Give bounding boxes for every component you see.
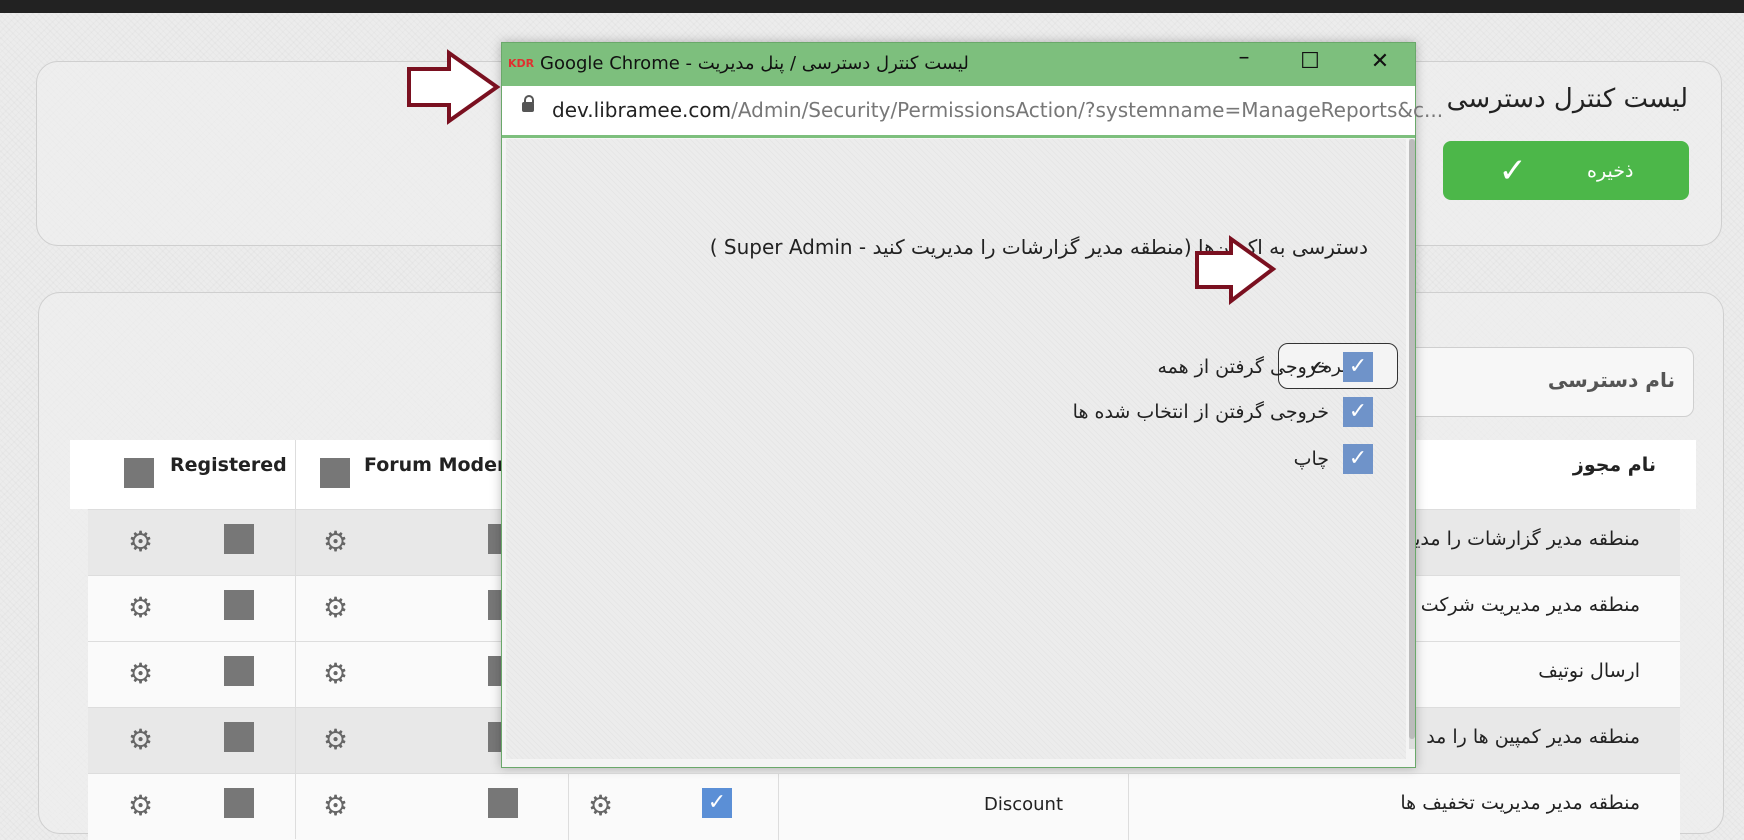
url-path: /Admin/Security/PermissionsAction/?syste… [731,98,1444,122]
permission-checkbox[interactable]: ✓ [1343,444,1373,474]
site-favicon: KDR [508,57,535,70]
row-checkbox[interactable] [224,590,254,620]
gear-icon[interactable]: ⚙ [323,528,348,556]
row-checkbox-checked[interactable]: ✓ [702,788,732,818]
gear-icon[interactable]: ⚙ [323,594,348,622]
column-header-registered: Registered [170,454,287,476]
url-domain: dev.libramee.com [552,98,732,122]
scrollbar[interactable] [1409,139,1415,749]
address-bar[interactable]: dev.libramee.com/Admin/Security/Permissi… [502,86,1443,138]
window-title: Google Chrome - لیست کنترل دسترسی / پنل … [540,53,969,74]
permission-item[interactable]: ✓ چاپ [1294,443,1373,475]
check-icon: ✓ [1498,150,1528,191]
row-checkbox[interactable] [224,656,254,686]
column-divider [295,509,296,839]
gear-icon[interactable]: ⚙ [128,726,153,754]
row-checkbox[interactable] [224,722,254,752]
close-icon[interactable]: ✕ [1365,51,1395,73]
permission-name: منطقه مدیر مدیریت تخفیف ها [1400,792,1640,814]
permission-item[interactable]: ✓ خروجی گرفتن از انتخاب شده ها [1073,396,1373,428]
column-checkbox-forum-moderators[interactable] [320,458,350,488]
annotation-arrow-icon [407,49,501,125]
permission-name: منطقه مدیر گزارشات را مدیر [1404,528,1640,550]
column-header-permission-name: نام مجوز [1572,454,1656,476]
chrome-popup-window: KDR Google Chrome - لیست کنترل دسترسی / … [501,42,1443,768]
permission-item[interactable]: ✓ خروجی گرفتن از همه [1157,351,1373,383]
gear-icon[interactable]: ⚙ [323,792,348,820]
permission-name: ارسال نوتیف [1538,660,1640,682]
column-divider [568,774,569,840]
column-divider [295,440,296,509]
scroll-thumb[interactable] [1409,139,1415,739]
permission-name: منطقه مدیر کمپین ها را مد [1426,726,1640,748]
column-divider [778,774,779,840]
maximize-icon[interactable]: ☐ [1295,51,1325,73]
column-checkbox-registered[interactable] [124,458,154,488]
permission-checkbox[interactable]: ✓ [1343,397,1373,427]
save-button-label: ذخیره [1587,159,1634,182]
minimize-icon[interactable]: – [1229,47,1259,69]
page-title: لیست کنترل دسترسی [1446,84,1688,114]
search-label: نام دسترسی [1547,368,1675,392]
gear-icon[interactable]: ⚙ [323,726,348,754]
popup-content: دسترسی به اکشن‌ها (منطقه مدیر گزارشات را… [506,139,1406,759]
row-checkbox[interactable] [224,524,254,554]
gear-icon[interactable]: ⚙ [128,792,153,820]
url-text[interactable]: dev.libramee.com/Admin/Security/Permissi… [552,98,1443,122]
top-strip [0,0,1744,13]
gear-icon[interactable]: ⚙ [588,792,613,820]
row-checkbox[interactable] [488,788,518,818]
annotation-arrow-icon [1195,235,1277,305]
gear-icon[interactable]: ⚙ [128,660,153,688]
gear-icon[interactable]: ⚙ [323,660,348,688]
discount-label: Discount [984,794,1064,815]
gear-icon[interactable]: ⚙ [128,528,153,556]
row-checkbox[interactable] [224,788,254,818]
permission-name-search[interactable]: نام دسترسی [1400,347,1694,417]
permission-checkbox[interactable]: ✓ [1343,352,1373,382]
column-divider [1128,774,1129,840]
permission-label: خروجی گرفتن از همه [1157,356,1329,378]
table-row: ⚙ ⚙ ⚙ ✓ Discount منطقه مدیر مدیریت تخفیف… [88,773,1680,840]
gear-icon[interactable]: ⚙ [128,594,153,622]
save-button[interactable]: ✓ ذخیره [1443,141,1689,200]
lock-icon [522,95,534,112]
window-title-bar[interactable]: KDR Google Chrome - لیست کنترل دسترسی / … [502,43,1415,86]
permission-label: خروجی گرفتن از انتخاب شده ها [1072,401,1329,423]
permission-label: چاپ [1293,448,1329,470]
permission-name: منطقه مدیر مدیریت شرکت [1420,594,1640,616]
